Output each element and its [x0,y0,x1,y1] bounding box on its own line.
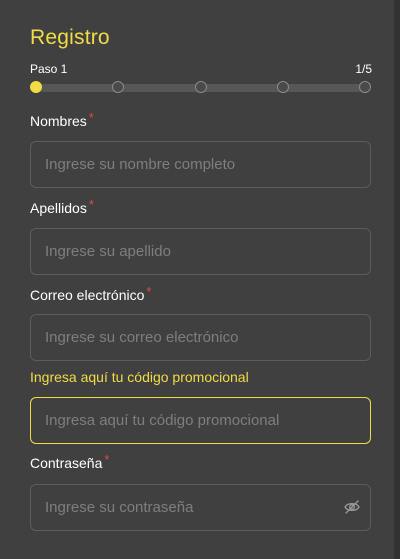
promo-label: Ingresa aquí tu código promocional [30,369,249,385]
contrasena-label-text: Contraseña [30,455,103,471]
contrasena-label: Contraseña * [30,452,110,471]
promo-code-input[interactable] [30,397,371,444]
nombres-label: Nombres * [30,110,94,129]
step-dot-1 [30,81,42,93]
apellidos-input[interactable] [30,228,371,275]
step-indicator-row: Paso 1 1/5 [30,62,372,76]
eye-off-icon[interactable] [344,500,360,514]
apellidos-label-text: Apellidos [30,200,87,216]
registration-panel: Registro Paso 1 1/5 Nombres* Apellidos* … [0,0,400,559]
step-label: Paso 1 [30,62,68,76]
progress-stepper [30,81,372,95]
correo-label-text: Correo electrónico [30,287,145,303]
step-dot-3 [195,81,207,93]
form-title: Registro [30,26,110,49]
step-dot-5 [359,81,371,93]
apellidos-label: Apellidos * [30,197,94,216]
panel-edge [394,0,400,559]
required-mark: * [104,452,110,467]
correo-label: Correo electrónico * [30,284,152,303]
required-mark: * [146,284,152,299]
step-dot-2 [112,81,124,93]
contrasena-input[interactable] [30,484,371,531]
step-count: 1/5 [355,62,372,76]
required-mark: * [88,110,94,125]
step-dot-4 [277,81,289,93]
nombres-input[interactable] [30,141,371,188]
correo-input[interactable] [30,314,371,361]
required-mark: * [88,197,94,212]
nombres-label-text: Nombres [30,113,87,129]
